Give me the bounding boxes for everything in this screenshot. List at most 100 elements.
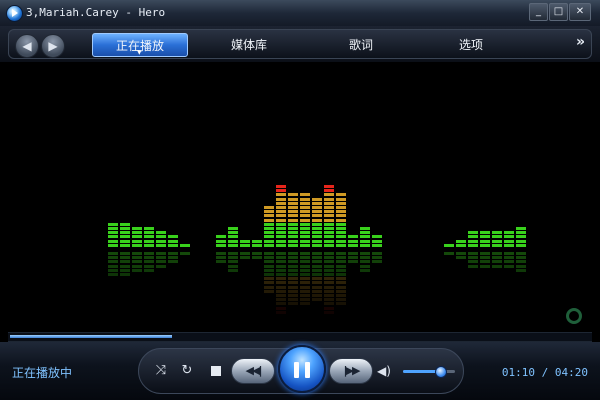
shuffle-button[interactable]: ⤨	[153, 363, 169, 379]
visualizer-segment	[288, 197, 298, 201]
repeat-button[interactable]: ↻	[179, 363, 195, 379]
visualizer-reflection	[240, 256, 250, 260]
visualizer-reflection	[516, 268, 526, 272]
visualizer-segment	[336, 201, 346, 205]
visualizer-reflection	[336, 285, 346, 289]
close-button[interactable]: ✕	[569, 3, 591, 21]
visualizer-reflection	[360, 256, 370, 260]
visualizer-reflection	[264, 256, 274, 260]
visualizer-reflection	[108, 273, 118, 276]
visualizer-segment	[312, 243, 322, 247]
visualizer-segment	[120, 239, 130, 243]
visualizer-reflection	[312, 285, 322, 289]
visualizer-bar	[252, 62, 262, 330]
visualizer-segment	[288, 201, 298, 205]
visualizer-reflection	[336, 273, 346, 276]
visualizer-segment	[312, 214, 322, 218]
visualizer-segment	[312, 231, 322, 235]
visualizer-bar	[108, 62, 118, 330]
visualizer-reflection	[228, 268, 238, 272]
visualizer-segment	[372, 235, 382, 239]
visualizer-segment	[264, 235, 274, 239]
visualizer-segment	[276, 239, 286, 243]
previous-button[interactable]: ◀◀|	[231, 358, 275, 384]
visualizer-segment	[336, 243, 346, 247]
visualizer-bar	[132, 62, 142, 330]
visualizer-segment	[324, 214, 334, 218]
visualizer-segment	[516, 231, 526, 235]
visualizer-bar	[288, 62, 298, 330]
pause-button[interactable]	[278, 345, 326, 393]
visualizer-segment	[336, 214, 346, 218]
visualizer-segment	[480, 243, 490, 247]
visualizer-reflection	[288, 273, 298, 276]
nav-frame: ◀ ▶ 正在播放 ▼ 媒体库 歌词 选项 »	[8, 29, 592, 59]
visualizer-segment	[108, 243, 118, 247]
visualizer-reflection	[456, 256, 466, 260]
visualizer-reflection	[480, 260, 490, 264]
volume-slider[interactable]	[403, 366, 455, 378]
visualizer-segment	[156, 235, 166, 239]
visualizer-bar	[216, 62, 226, 330]
visualizer-reflection	[120, 256, 130, 260]
title-bar[interactable]: 3,Mariah.Carey - Hero _ □ ✕	[0, 0, 600, 27]
visualizer-reflection	[480, 264, 490, 268]
volume-thumb[interactable]	[435, 366, 448, 378]
visualizer-reflection	[120, 268, 130, 272]
tab-lyrics[interactable]: 歌词	[321, 33, 401, 57]
tab-now-playing[interactable]: 正在播放 ▼	[92, 33, 188, 57]
visualizer-reflection	[312, 268, 322, 272]
arrow-right-icon: ▶	[48, 39, 58, 53]
visualizer-segment	[276, 243, 286, 247]
visualizer-segment	[372, 243, 382, 247]
visualizer-reflection	[492, 252, 502, 255]
visualizer-reflection	[492, 264, 502, 268]
seek-bar[interactable]	[8, 332, 592, 342]
visualizer-segment	[108, 222, 118, 226]
visualizer-reflection	[156, 260, 166, 264]
visualizer-reflection	[132, 260, 142, 264]
tab-options[interactable]: 选项	[431, 33, 511, 57]
visualizer-segment	[300, 227, 310, 230]
visualizer-segment	[300, 231, 310, 235]
visualizer-bar	[468, 62, 478, 330]
visualizer-reflection	[312, 298, 322, 302]
stop-button[interactable]	[211, 366, 221, 376]
visualizer-segment	[336, 231, 346, 235]
forward-button[interactable]: ▶	[41, 34, 65, 58]
visualizer-segment	[324, 231, 334, 235]
visualizer-reflection	[288, 302, 298, 306]
visualizer-reflection	[480, 252, 490, 255]
visualizer-reflection	[288, 264, 298, 268]
visualizer-segment	[300, 206, 310, 209]
repeat-icon: ↻	[181, 363, 193, 378]
tab-library[interactable]: 媒体库	[209, 33, 289, 57]
visualizer-segment	[108, 235, 118, 239]
visualizer-reflection	[348, 252, 358, 255]
more-chevron-icon[interactable]: »	[576, 34, 585, 50]
visualizer-segment	[324, 193, 334, 197]
visualizer-segment	[276, 214, 286, 218]
visualizer-reflection	[480, 256, 490, 260]
visualizer-segment	[300, 222, 310, 226]
visualizer-reflection	[336, 302, 346, 306]
visualizer-reflection	[108, 260, 118, 264]
back-button[interactable]: ◀	[15, 34, 39, 58]
visualizer-segment	[312, 206, 322, 209]
visualizer-reflection	[468, 264, 478, 268]
visualizer-segment	[516, 243, 526, 247]
visualizer-segment	[324, 243, 334, 247]
maximize-button[interactable]: □	[549, 3, 568, 21]
visualizer-reflection	[108, 268, 118, 272]
next-button[interactable]: |▶▶	[329, 358, 373, 384]
visualizer-bar	[276, 62, 286, 330]
volume-icon[interactable]: ◀)	[377, 363, 393, 379]
visualizer-segment	[336, 193, 346, 197]
minimize-button[interactable]: _	[529, 3, 548, 21]
visualizer-segment	[312, 201, 322, 205]
visualizer-reflection	[276, 273, 286, 276]
visualizer-reflection	[516, 252, 526, 255]
visualizer-segment	[336, 206, 346, 209]
visualizer-reflection	[324, 294, 334, 297]
visualizer-reflection	[228, 264, 238, 268]
